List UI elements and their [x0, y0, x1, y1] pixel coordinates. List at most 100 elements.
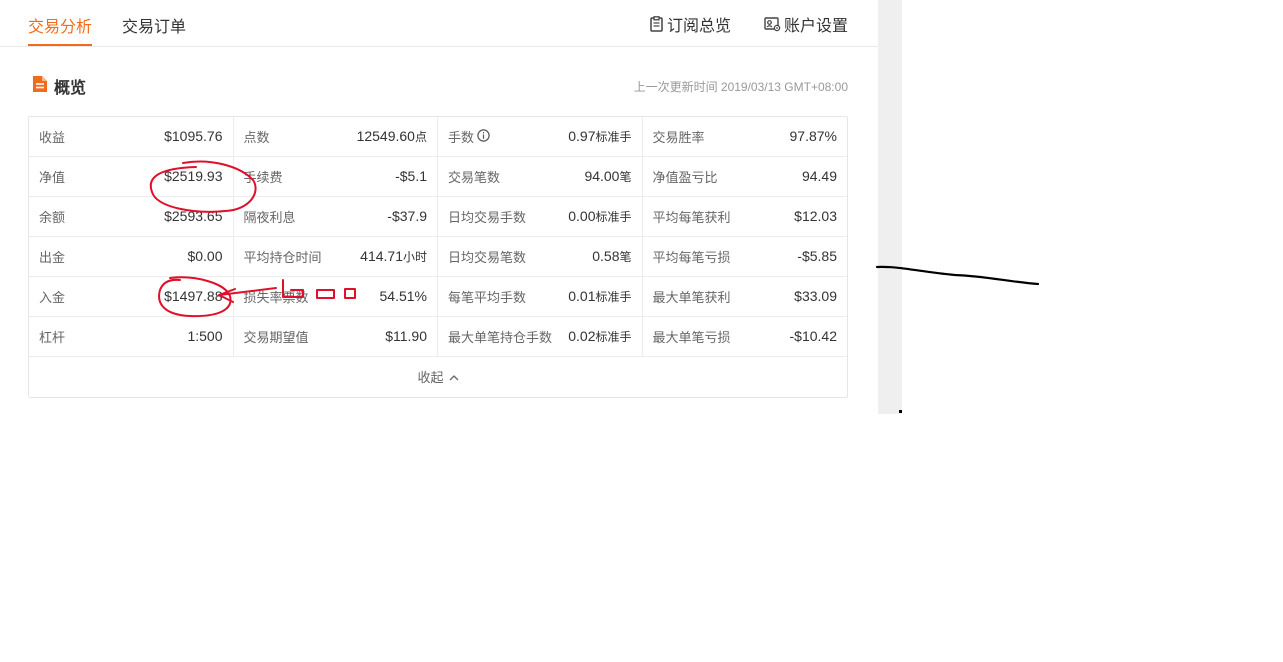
stat-value: 414.71小时 [360, 248, 427, 266]
stat-value-number: 97.87% [789, 127, 837, 144]
stat-value: 0.01标准手 [568, 288, 631, 306]
stat-label: 手续费 [244, 167, 283, 186]
stat-label-text: 净值盈亏比 [652, 170, 718, 185]
stat-label: 净值盈亏比 [653, 167, 718, 186]
stat-label-text: 手数 [448, 130, 475, 145]
stat-label: 出金 [39, 247, 65, 266]
stat-label: 交易笔数 [448, 167, 500, 186]
stat-label: 损失率票数 [244, 287, 309, 306]
stat-label: 入金 [39, 287, 65, 306]
stat-value-number: 0.97 [568, 127, 596, 144]
stat-value-number: $1497.88 [164, 287, 223, 304]
chevron-up-icon [449, 369, 459, 384]
stat-value-number: 0.00 [568, 207, 596, 224]
stat-label-text: 日均交易笔数 [448, 250, 527, 265]
stat-value-number: 54.51% [379, 287, 427, 304]
stat-cell: 交易笔数 94.00笔 [438, 157, 643, 196]
stat-value: 0.58笔 [592, 248, 631, 266]
collapse-button[interactable]: 收起 [29, 357, 847, 396]
stat-value-number: 0.58 [592, 247, 620, 264]
stat-value: -$10.42 [790, 328, 837, 346]
stat-value-number: $11.90 [385, 327, 427, 344]
collapse-label: 收起 [417, 370, 444, 385]
clipboard-icon [649, 16, 664, 32]
stat-label-text: 平均每笔亏损 [652, 250, 731, 265]
stat-value-number: 414.71 [360, 247, 403, 264]
tab-bar: 交易分析 交易订单 订阅总览 账户设置 [0, 0, 878, 47]
analysis-panel: 交易分析 交易订单 订阅总览 账户设置 概览 上一次更新时间 2019/03/1… [0, 0, 878, 415]
stat-label-text: 交易期望值 [243, 330, 309, 345]
stat-label: 日均交易笔数 [448, 247, 526, 266]
account-settings-icon [764, 16, 781, 32]
stat-value-unit: 笔 [619, 169, 632, 184]
stat-value: $1095.76 [164, 128, 222, 146]
stat-cell: 交易胜率 97.87% [643, 117, 848, 156]
stat-label-text: 最大单笔获利 [652, 290, 731, 305]
stat-label-text: 交易笔数 [448, 170, 501, 185]
stat-label-text: 净值 [39, 170, 66, 185]
stat-label: 每笔平均手数 [448, 287, 526, 306]
stat-label-text: 平均持仓时间 [243, 250, 322, 265]
stat-cell: 日均交易笔数 0.58笔 [438, 237, 643, 276]
stat-value: -$37.9 [387, 208, 427, 226]
stat-label-text: 日均交易手数 [448, 210, 527, 225]
stat-value: 1:500 [187, 328, 222, 346]
stat-cell: 手续费 -$5.1 [234, 157, 438, 196]
stat-label-text: 出金 [39, 250, 66, 265]
stat-value-number: $2519.93 [164, 167, 223, 184]
stat-label: 日均交易手数 [448, 207, 526, 226]
stat-label-text: 每笔平均手数 [448, 290, 527, 305]
stat-value: $12.03 [794, 208, 837, 226]
stat-value-number: 0.02 [568, 327, 596, 344]
stat-cell: 收益 $1095.76 [29, 117, 234, 156]
stat-cell: 净值盈亏比 94.49 [643, 157, 848, 196]
subscription-overview-link[interactable]: 订阅总览 [649, 12, 731, 36]
stat-value-number: 12549.60 [356, 127, 415, 144]
stat-value-unit: 点 [414, 129, 427, 144]
stat-cell: 每笔平均手数 0.01标准手 [438, 277, 643, 316]
stat-value-unit: 小时 [402, 249, 427, 264]
stat-cell: 手数 0.97标准手 [438, 117, 643, 156]
stat-label: 交易期望值 [244, 327, 309, 346]
account-settings-link[interactable]: 账户设置 [764, 12, 848, 36]
stat-value-unit: 标准手 [595, 129, 632, 144]
stat-cell: 最大单笔亏损 -$10.42 [643, 317, 848, 356]
last-updated-text: 上一次更新时间 2019/03/13 GMT+08:00 [633, 80, 848, 94]
scrollbar-track[interactable] [878, 0, 902, 414]
stat-cell: 最大单笔获利 $33.09 [643, 277, 848, 316]
stat-label: 最大单笔持仓手数 [448, 327, 552, 346]
stat-label: 平均每笔获利 [653, 207, 731, 226]
stat-value-unit: 标准手 [595, 209, 632, 224]
stat-label: 平均持仓时间 [244, 247, 322, 266]
info-icon[interactable] [477, 128, 490, 145]
active-tab-underline [28, 44, 92, 46]
stat-label: 最大单笔获利 [653, 287, 731, 306]
stat-value-unit: 标准手 [595, 329, 632, 344]
stat-value-number: 0.01 [568, 287, 596, 304]
stats-row: 余额 $2593.65 隔夜利息 -$37.9 日均交易手数 0.00标准手 平均每笔获利 $… [29, 197, 847, 237]
stat-label-text: 最大单笔持仓手数 [448, 330, 553, 345]
stat-cell: 日均交易手数 0.00标准手 [438, 197, 643, 236]
stat-label-text: 损失率票数 [243, 290, 309, 305]
stat-value-number: $33.09 [794, 287, 837, 304]
stat-value: 94.49 [802, 168, 837, 186]
stat-value: $33.09 [794, 288, 837, 306]
stats-row: 收益 $1095.76 点数 12549.60点 手数 0.97标准手 交易胜率 97.87% [29, 117, 847, 157]
stat-value: 12549.60点 [357, 128, 427, 146]
stat-cell: 隔夜利息 -$37.9 [234, 197, 438, 236]
stats-row: 杠杆 1:500 交易期望值 $11.90 最大单笔持仓手数 0.02标准手 最大单笔亏损 -… [29, 317, 847, 357]
stat-value: 54.51% [380, 288, 427, 306]
stat-value-number: $1095.76 [164, 127, 223, 144]
stat-cell: 平均持仓时间 414.71小时 [234, 237, 438, 276]
stat-value: $2519.93 [164, 168, 222, 186]
stat-label-text: 交易胜率 [652, 130, 705, 145]
stat-cell: 损失率票数 54.51% [234, 277, 438, 316]
tab-trade-analysis[interactable]: 交易分析 [28, 13, 92, 37]
stat-value-number: $12.03 [794, 207, 837, 224]
stat-value: $11.90 [385, 328, 427, 346]
stat-value: -$5.85 [797, 248, 837, 266]
stat-label: 最大单笔亏损 [653, 327, 731, 346]
stat-value-unit: 标准手 [595, 289, 632, 304]
stat-value: $0.00 [187, 248, 222, 266]
tab-trade-orders[interactable]: 交易订单 [122, 13, 186, 37]
